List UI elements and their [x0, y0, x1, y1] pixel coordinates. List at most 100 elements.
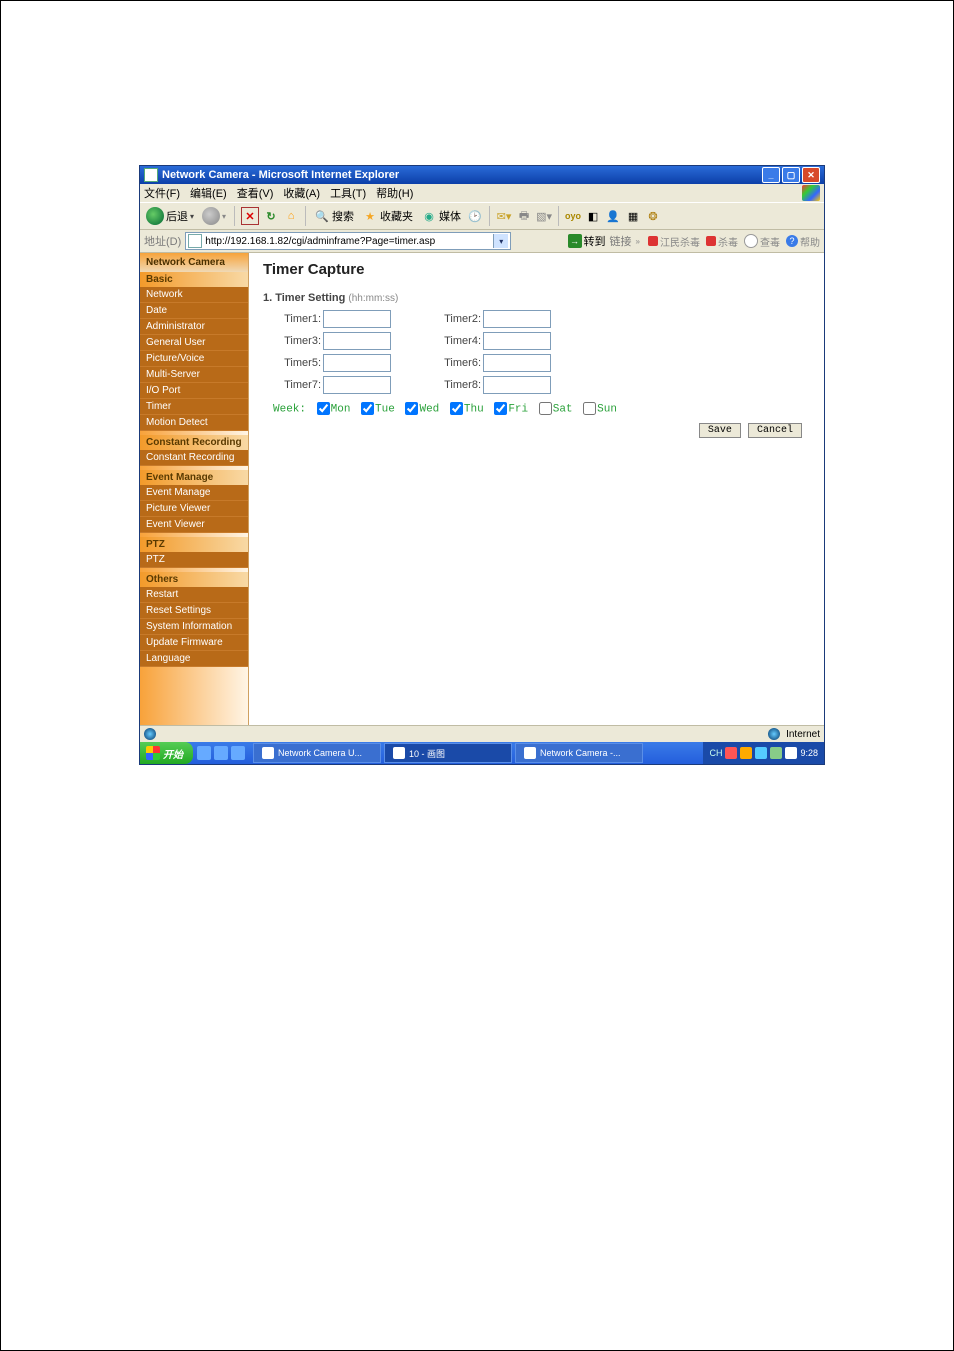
sidebar-item-multi-server[interactable]: Multi-Server — [140, 367, 248, 383]
search-icon: 🔍 — [314, 208, 330, 224]
week-tue-checkbox[interactable] — [361, 402, 374, 415]
sidebar-item-picture-viewer[interactable]: Picture Viewer — [140, 501, 248, 517]
tray-clock: 9:28 — [800, 748, 818, 758]
timer6-input[interactable] — [483, 354, 551, 372]
address-bar: 地址(D) http://192.168.1.82/cgi/adminframe… — [140, 230, 824, 253]
week-row: Week: Mon Tue Wed Thu Fri Sat Sun — [273, 402, 810, 415]
tray-icon-2[interactable] — [740, 747, 752, 759]
sidebar-item-general-user[interactable]: General User — [140, 335, 248, 351]
sidebar-item-event-manage[interactable]: Event Manage — [140, 485, 248, 501]
edit-button[interactable]: ▧▾ — [536, 208, 552, 224]
oyo-button[interactable]: oyo — [565, 208, 581, 224]
antivirus-link-2[interactable]: 杀毒 — [706, 234, 738, 249]
timer4-input[interactable] — [483, 332, 551, 350]
menu-file[interactable]: 文件(F) — [144, 185, 180, 201]
taskbar-task-3[interactable]: Network Camera -... — [515, 743, 643, 763]
maximize-button[interactable]: ▢ — [782, 167, 800, 183]
close-button[interactable]: ✕ — [802, 167, 820, 183]
forward-icon — [202, 207, 220, 225]
sidebar-item-event-viewer[interactable]: Event Viewer — [140, 517, 248, 533]
sidebar-item-network[interactable]: Network — [140, 287, 248, 303]
extra-button-2[interactable]: 👤 — [605, 208, 621, 224]
window-titlebar: Network Camera - Microsoft Internet Expl… — [140, 166, 824, 184]
tray-icon-5[interactable] — [785, 747, 797, 759]
taskbar: 开始 Network Camera U... 10 - 画图 Network C… — [140, 742, 824, 764]
search-button[interactable]: 🔍搜索 — [312, 208, 356, 224]
main-panel: Timer Capture 1. Timer Setting (hh:mm:ss… — [249, 253, 824, 725]
url-input[interactable]: http://192.168.1.82/cgi/adminframe?Page=… — [185, 232, 511, 250]
menu-tools[interactable]: 工具(T) — [330, 185, 366, 201]
antivirus-link-1[interactable]: 江民杀毒 — [648, 234, 700, 249]
page-icon — [188, 234, 202, 248]
task-icon — [262, 747, 274, 759]
menu-edit[interactable]: 编辑(E) — [190, 185, 227, 201]
sidebar-item-administrator[interactable]: Administrator — [140, 319, 248, 335]
extra-button-1[interactable]: ◧ — [585, 208, 601, 224]
sidebar-item-date[interactable]: Date — [140, 303, 248, 319]
save-button[interactable]: Save — [699, 423, 741, 438]
go-button[interactable]: →转到 — [568, 233, 606, 249]
sidebar-item-timer[interactable]: Timer — [140, 399, 248, 415]
task-icon — [393, 747, 405, 759]
timer8-label: Timer8: — [433, 379, 483, 391]
timer2-input[interactable] — [483, 310, 551, 328]
address-label: 地址(D) — [144, 233, 181, 249]
refresh-button[interactable]: ↻ — [263, 208, 279, 224]
extra-button-3[interactable]: ▦ — [625, 208, 641, 224]
quicklaunch-1[interactable] — [197, 746, 211, 760]
sidebar-item-restart[interactable]: Restart — [140, 587, 248, 603]
menu-favorites[interactable]: 收藏(A) — [283, 185, 320, 201]
sidebar-item-io-port[interactable]: I/O Port — [140, 383, 248, 399]
sidebar-item-system-info[interactable]: System Information — [140, 619, 248, 635]
media-button[interactable]: ◉媒体 — [419, 208, 463, 224]
timer1-input[interactable] — [323, 310, 391, 328]
mail-button[interactable]: ✉▾ — [496, 208, 512, 224]
week-wed-checkbox[interactable] — [405, 402, 418, 415]
extra-button-4[interactable]: ❂ — [645, 208, 661, 224]
app-icon — [144, 168, 158, 182]
start-button[interactable]: 开始 — [140, 742, 193, 764]
tray-icon-3[interactable] — [755, 747, 767, 759]
quicklaunch-2[interactable] — [214, 746, 228, 760]
shield-icon — [648, 236, 658, 246]
cancel-button[interactable]: Cancel — [748, 423, 802, 438]
week-thu-checkbox[interactable] — [450, 402, 463, 415]
sidebar-item-constant-recording[interactable]: Constant Recording — [140, 450, 248, 466]
sidebar-item-ptz[interactable]: PTZ — [140, 552, 248, 568]
timer5-input[interactable] — [323, 354, 391, 372]
tray-icon-4[interactable] — [770, 747, 782, 759]
print-button[interactable]: 🖶 — [516, 208, 532, 224]
minimize-button[interactable]: _ — [762, 167, 780, 183]
back-icon — [146, 207, 164, 225]
home-button[interactable]: ⌂ — [283, 208, 299, 224]
sidebar: Network Camera Basic Network Date Admini… — [140, 253, 249, 725]
url-dropdown-icon[interactable]: ▾ — [493, 234, 508, 248]
week-mon-checkbox[interactable] — [317, 402, 330, 415]
timer8-input[interactable] — [483, 376, 551, 394]
week-fri-checkbox[interactable] — [494, 402, 507, 415]
stop-button[interactable]: ✕ — [241, 207, 259, 225]
timer1-label: Timer1: — [273, 313, 323, 325]
timer7-input[interactable] — [323, 376, 391, 394]
sidebar-item-motion-detect[interactable]: Motion Detect — [140, 415, 248, 431]
forward-button[interactable]: ▾ — [200, 207, 228, 225]
sidebar-title: Network Camera — [140, 253, 248, 272]
sidebar-item-language[interactable]: Language — [140, 651, 248, 667]
menu-help[interactable]: 帮助(H) — [376, 185, 413, 201]
scan-link[interactable]: 查毒 — [744, 234, 780, 249]
quicklaunch-3[interactable] — [231, 746, 245, 760]
week-sun-checkbox[interactable] — [583, 402, 596, 415]
back-button[interactable]: 后退▾ — [144, 207, 196, 225]
taskbar-task-1[interactable]: Network Camera U... — [253, 743, 381, 763]
menu-view[interactable]: 查看(V) — [237, 185, 274, 201]
timer3-input[interactable] — [323, 332, 391, 350]
tray-icon-1[interactable] — [725, 747, 737, 759]
favorites-button[interactable]: ★收藏夹 — [360, 208, 415, 224]
help-link[interactable]: ?帮助 — [786, 234, 820, 249]
taskbar-task-2[interactable]: 10 - 画图 — [384, 743, 512, 763]
week-sat-checkbox[interactable] — [539, 402, 552, 415]
sidebar-item-update-firmware[interactable]: Update Firmware — [140, 635, 248, 651]
history-button[interactable]: 🕑 — [467, 208, 483, 224]
sidebar-item-reset-settings[interactable]: Reset Settings — [140, 603, 248, 619]
sidebar-item-picture-voice[interactable]: Picture/Voice — [140, 351, 248, 367]
